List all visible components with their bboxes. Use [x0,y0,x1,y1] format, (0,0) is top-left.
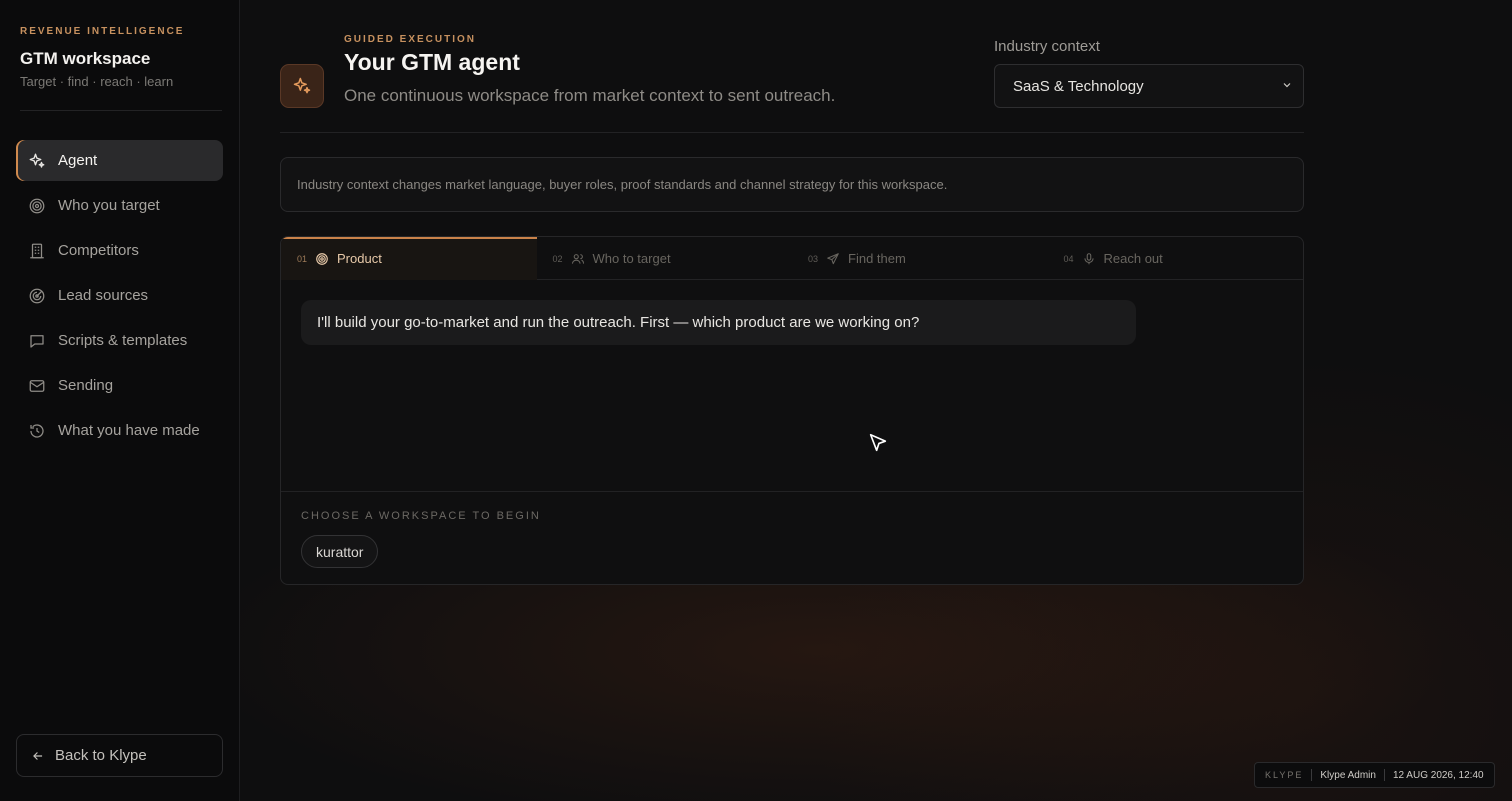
back-button[interactable]: Back to Klype [16,734,223,777]
industry-select[interactable]: SaaS & Technology [994,64,1304,108]
industry-notice: Industry context changes market language… [280,157,1304,212]
tab-number: 04 [1063,253,1074,264]
sparkle-icon [28,152,46,170]
back-button-label: Back to Klype [55,747,147,764]
divider [281,491,1303,492]
mic-icon [1082,252,1096,266]
page-title: Your GTM agent [344,49,520,75]
tab-label: Reach out [1103,251,1163,266]
sidebar: REVENUE INTELLIGENCE GTM workspace Targe… [0,0,240,801]
tab-number: 01 [297,253,308,264]
workspace-subtitle: Target · find · reach · learn [20,74,174,89]
tab-who-to-target[interactable]: 02 Who to target [537,237,793,280]
tab-number: 03 [808,253,819,264]
sidebar-item-label: Scripts & templates [58,332,188,349]
status-datetime: 12 AUG 2026, 12:40 [1392,769,1484,781]
status-brand: KLYPE [1265,770,1304,780]
header-eyebrow: GUIDED EXECUTION [344,34,477,45]
sparkle-icon [293,77,311,94]
divider [20,110,222,111]
tab-reach-out[interactable]: 04 Reach out [1048,237,1304,280]
sidebar-item-sending[interactable]: Sending [16,365,223,406]
sidebar-item-label: Who you target [58,197,160,214]
tab-find-them[interactable]: 03 Find them [792,237,1048,280]
status-user: Klype Admin [1320,769,1376,781]
tab-label: Who to target [592,251,671,266]
workspace-option-chip[interactable]: kurattor [301,535,379,568]
sidebar-item-what-you-have-made[interactable]: What you have made [16,410,223,451]
arrow-left-icon [33,751,43,760]
status-bar: KLYPE Klype Admin 12 AUG 2026, 12:40 [1254,762,1495,788]
tab-number: 02 [552,253,563,264]
industry-label: Industry context [994,38,1100,55]
sidebar-item-scripts-templates[interactable]: Scripts & templates [16,320,223,361]
tab-label: Find them [848,251,906,266]
mouse-pointer-icon [869,433,887,452]
chevron-down-icon [1283,83,1291,88]
target-icon [28,197,46,215]
sidebar-item-competitors[interactable]: Competitors [16,230,223,271]
divider [1383,769,1385,781]
page-subtitle: One continuous workspace from market con… [344,86,836,105]
mail-icon [28,377,46,395]
step-tabs: 01 Product 02 Who to target 03 Find them [281,237,1303,280]
app-root: REVENUE INTELLIGENCE GTM workspace Targe… [0,0,1512,801]
users-icon [571,252,585,266]
divider [280,132,1304,133]
sidebar-item-label: Sending [58,377,114,394]
tab-label: Product [337,251,382,266]
agent-badge [280,64,324,108]
radar-icon [28,287,46,305]
sidebar-item-agent[interactable]: Agent [16,140,223,181]
tab-product[interactable]: 01 Product [281,237,537,280]
history-icon [28,422,46,440]
sidebar-item-lead-sources[interactable]: Lead sources [16,275,223,316]
agent-panel: 01 Product 02 Who to target 03 Find them [280,236,1304,585]
sidebar-item-who-you-target[interactable]: Who you target [16,185,223,226]
workspace-title: GTM workspace [20,49,151,68]
sidebar-item-label: What you have made [58,422,200,439]
workspace-prompt: CHOOSE A WORKSPACE TO BEGIN [301,510,541,522]
target-icon [315,252,329,266]
message-icon [28,332,46,350]
sidebar-nav: Agent Who you target Competitors Lead so… [16,140,223,455]
building-icon [28,242,46,260]
sidebar-item-label: Lead sources [58,287,149,304]
sidebar-item-label: Competitors [58,242,139,259]
divider [1311,769,1313,781]
sidebar-item-label: Agent [58,152,98,169]
industry-select-value: SaaS & Technology [1013,77,1144,95]
send-icon [826,252,840,266]
agent-message: I'll build your go-to-market and run the… [301,300,1136,345]
brand-eyebrow: REVENUE INTELLIGENCE [20,26,185,37]
